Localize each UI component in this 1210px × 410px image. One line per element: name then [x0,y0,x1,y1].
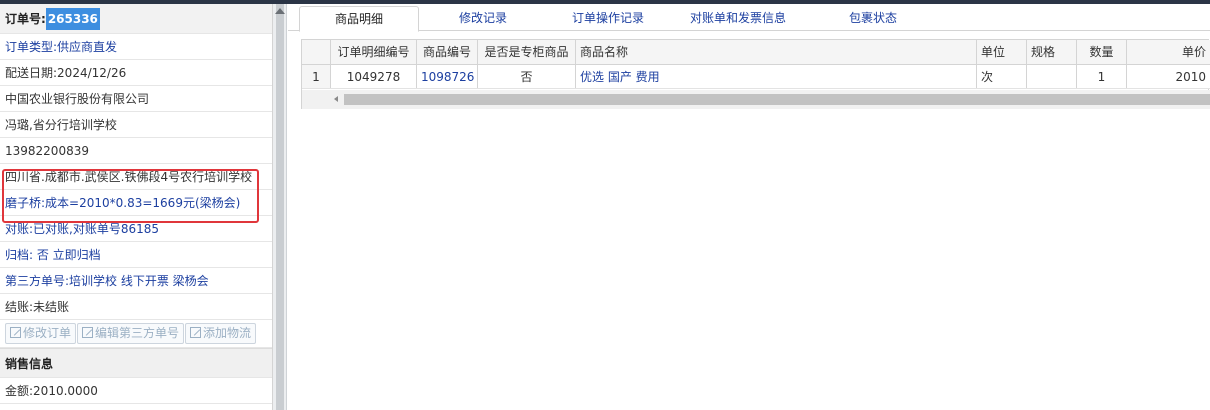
header-unit[interactable]: 单位 [977,40,1027,64]
add-logistics-label: 添加物流 [203,326,252,340]
cell-detail-id: 1049278 [331,65,417,88]
header-product-name[interactable]: 商品名称 [576,40,977,64]
splitter-handle[interactable] [276,4,284,410]
edit-icon [82,327,94,338]
tab-modify-records[interactable]: 修改记录 [423,6,543,31]
tab-reconcile-invoice[interactable]: 对账单和发票信息 [668,6,808,31]
header-detail-id[interactable]: 订单明细编号 [331,40,417,64]
add-logistics-button[interactable]: 添加物流 [185,323,257,344]
cell-spec [1027,65,1077,88]
sales-section-title: 销售信息 [0,348,272,378]
order-number-value[interactable]: 265336 [45,8,100,30]
tab-order-operation-records[interactable]: 订单操作记录 [548,6,668,31]
cell-unit-price: 2010 [1175,70,1206,84]
order-number-row: 订单号: 265336 [0,4,272,34]
modify-order-label: 修改订单 [23,326,72,340]
grid-header: 订单明细编号 商品编号 是否是专柜商品 商品名称 单位 规格 数量 单价 [302,40,1210,65]
company-name: 中国农业银行股份有限公司 [0,86,272,112]
delivery-address: 四川省.成都市.武侯区.铁佛段4号农行培训学校 [0,164,272,190]
edit-third-party-button[interactable]: 编辑第三方单号 [77,323,185,344]
cost-note: 磨子桥:成本=2010*0.83=1669元(梁杨会) [0,190,272,216]
contact-name: 冯璐,省分行培训学校 [0,112,272,138]
tab-package-status[interactable]: 包裹状态 [808,6,938,31]
panel-splitter[interactable] [273,4,287,410]
product-detail-grid: 订单明细编号 商品编号 是否是专柜商品 商品名称 单位 规格 数量 单价 1 1… [301,39,1210,109]
settlement-status: 结账:未结账 [0,294,272,320]
horizontal-scrollbar[interactable] [302,90,1210,109]
order-action-toolbar: 修改订单 编辑第三方单号 添加物流 [0,320,272,348]
row-number: 1 [302,65,331,88]
cell-is-counter: 否 [478,65,576,88]
edit-third-party-label: 编辑第三方单号 [95,326,180,340]
table-row[interactable]: 1 1049278 1098726 否 优选 国产 费用 次 1 2010 [302,65,1210,89]
detail-panel: 商品明细 修改记录 订单操作记录 对账单和发票信息 包裹状态 订单明细编号 商品… [288,4,1210,410]
edit-icon [190,327,202,338]
archive-status[interactable]: 归档: 否 立即归档 [0,242,272,268]
cell-quantity: 1 [1077,65,1127,88]
header-is-counter[interactable]: 是否是专柜商品 [478,40,576,64]
cell-unit: 次 [977,65,1027,88]
cell-product-name-link[interactable]: 优选 国产 费用 [576,65,977,88]
detail-tabs: 商品明细 修改记录 订单操作记录 对账单和发票信息 包裹状态 [288,4,1210,32]
scrollbar-thumb[interactable] [344,94,1210,105]
order-info-panel: 订单号: 265336 订单类型:供应商直发 配送日期:2024/12/26 中国… [0,4,273,410]
delivery-date: 配送日期:2024/12/26 [0,60,272,86]
tab-product-details[interactable]: 商品明细 [299,6,419,32]
sales-amount: 金额:2010.0000 [0,378,272,404]
reconcile-status: 对账:已对账,对账单号86185 [0,216,272,242]
header-unit-price[interactable]: 单价 [1127,40,1210,64]
edit-icon [10,327,21,338]
modify-order-button[interactable]: 修改订单 [5,323,77,344]
collapse-arrow-icon[interactable] [275,8,285,14]
header-spec[interactable]: 规格 [1027,40,1077,64]
header-quantity[interactable]: 数量 [1077,40,1127,64]
phone-number: 13982200839 [0,138,272,164]
order-type: 订单类型:供应商直发 [0,34,272,60]
cell-product-id-link[interactable]: 1098726 [417,65,478,88]
scroll-left-icon[interactable] [332,93,342,105]
third-party-number: 第三方单号:培训学校 线下开票 梁杨会 [0,268,272,294]
header-rownum [302,40,331,64]
order-number-label: 订单号: [5,12,46,26]
header-product-id[interactable]: 商品编号 [417,40,478,64]
